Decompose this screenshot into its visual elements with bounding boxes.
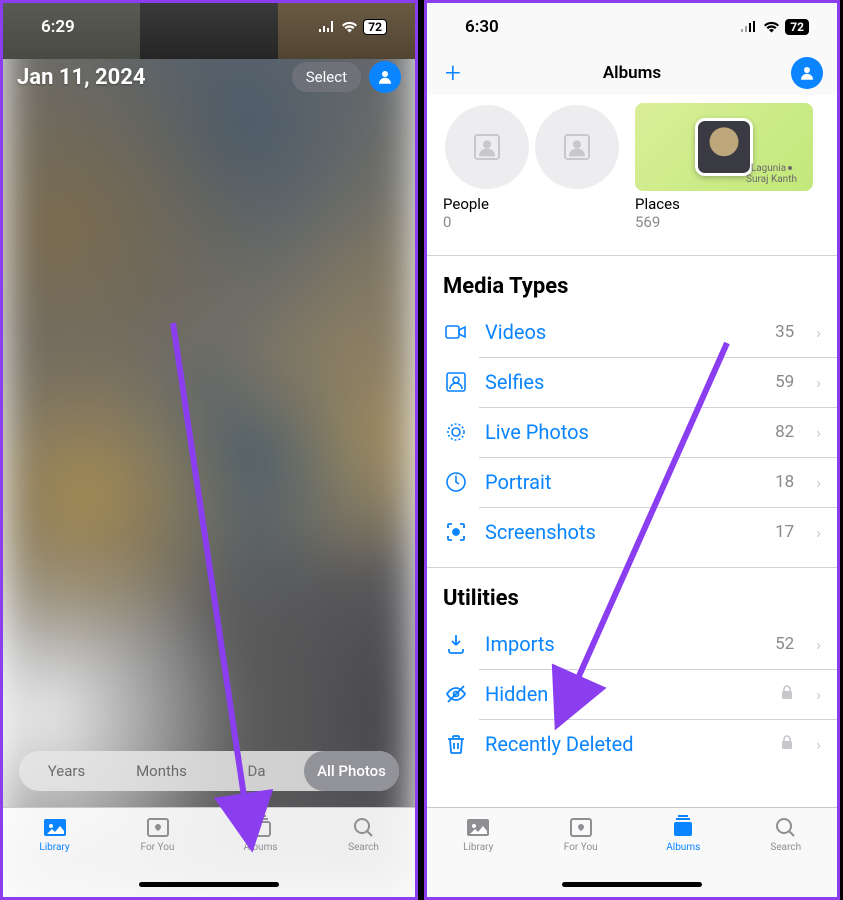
view-months[interactable]: Months	[114, 762, 209, 780]
search-icon	[772, 814, 800, 840]
cellular-icon	[740, 21, 758, 33]
library-icon	[41, 814, 69, 840]
row-selfies[interactable]: Selfies 59 ›	[427, 357, 837, 407]
status-right: 72	[740, 19, 809, 35]
library-icon	[464, 814, 492, 840]
people-label: People	[443, 195, 621, 213]
search-icon	[350, 814, 378, 840]
wifi-icon	[341, 21, 358, 33]
albums-scroll[interactable]: People 0 LaguniaSuraj Kanth Places 569 M…	[427, 95, 837, 807]
nav-bar: + Albums	[427, 51, 837, 95]
screenshot-icon	[443, 519, 469, 545]
people-thumb	[443, 103, 621, 191]
date-title: Jan 11, 2024	[17, 65, 145, 90]
cellular-icon	[318, 21, 336, 33]
row-live-photos[interactable]: Live Photos 82 ›	[427, 407, 837, 457]
tab-bar: Library For You Albums Search	[3, 807, 415, 897]
screenshot-albums: 6:30 72 + Albums People 0	[424, 0, 840, 900]
chevron-right-icon: ›	[816, 423, 821, 442]
row-imports[interactable]: Imports 52 ›	[427, 619, 837, 669]
chevron-right-icon: ›	[816, 323, 821, 342]
row-videos[interactable]: Videos 35 ›	[427, 307, 837, 357]
tab-library[interactable]: Library	[3, 814, 106, 897]
view-all-photos[interactable]: All Photos	[304, 751, 399, 791]
chevron-right-icon: ›	[816, 635, 821, 654]
tab-library[interactable]: Library	[427, 814, 530, 897]
chevron-right-icon: ›	[816, 685, 821, 704]
tab-search[interactable]: Search	[735, 814, 838, 897]
view-mode-switcher[interactable]: Years Months Da All Photos	[19, 751, 399, 791]
status-bar: 6:29 72	[3, 3, 415, 51]
albums-icon	[247, 814, 275, 840]
view-days[interactable]: Da	[209, 762, 304, 780]
selfie-icon	[443, 369, 469, 395]
tab-for-you[interactable]: For You	[106, 814, 209, 897]
person-placeholder-icon	[561, 131, 593, 163]
lock-icon	[780, 684, 794, 704]
chevron-right-icon: ›	[816, 735, 821, 754]
select-button[interactable]: Select	[292, 62, 361, 92]
lock-icon	[780, 734, 794, 754]
places-count: 569	[635, 213, 813, 231]
chevron-right-icon: ›	[816, 523, 821, 542]
chevron-right-icon: ›	[816, 473, 821, 492]
svg-text:f: f	[455, 474, 458, 482]
places-thumb: LaguniaSuraj Kanth	[635, 103, 813, 191]
for-you-icon	[567, 814, 595, 840]
row-recently-deleted[interactable]: Recently Deleted ›	[427, 719, 837, 769]
people-album[interactable]: People 0	[443, 103, 621, 231]
status-bar: 6:30 72	[427, 3, 837, 51]
for-you-icon	[144, 814, 172, 840]
live-photos-icon	[443, 419, 469, 445]
status-time: 6:29	[41, 17, 75, 37]
nav-title: Albums	[603, 63, 661, 83]
add-album-button[interactable]: +	[445, 59, 461, 87]
person-placeholder-icon	[471, 131, 503, 163]
battery-indicator: 72	[363, 19, 387, 35]
tab-for-you[interactable]: For You	[530, 814, 633, 897]
media-types-header: Media Types	[427, 255, 837, 307]
import-icon	[443, 631, 469, 657]
status-time: 6:30	[465, 17, 499, 37]
tab-albums[interactable]: Albums	[632, 814, 735, 897]
video-icon	[443, 319, 469, 345]
trash-icon	[443, 731, 469, 757]
portrait-icon: f	[443, 469, 469, 495]
tab-albums[interactable]: Albums	[209, 814, 312, 897]
tab-search[interactable]: Search	[312, 814, 415, 897]
people-count: 0	[443, 213, 621, 231]
places-label: Places	[635, 195, 813, 213]
screenshot-library: 6:29 72 Jan 11, 2024 Select Years Months…	[0, 0, 418, 900]
people-places-row: People 0 LaguniaSuraj Kanth Places 569	[427, 95, 837, 245]
places-album[interactable]: LaguniaSuraj Kanth Places 569	[635, 103, 813, 231]
wifi-icon	[763, 21, 780, 33]
albums-icon	[669, 814, 697, 840]
library-header: Jan 11, 2024 Select	[3, 51, 415, 103]
tab-bar: Library For You Albums Search	[427, 807, 837, 897]
status-right: 72	[318, 19, 387, 35]
profile-button[interactable]	[791, 57, 823, 89]
battery-indicator: 72	[785, 19, 809, 35]
utilities-header: Utilities	[427, 567, 837, 619]
row-hidden[interactable]: Hidden ›	[427, 669, 837, 719]
row-portrait[interactable]: f Portrait 18 ›	[427, 457, 837, 507]
row-screenshots[interactable]: Screenshots 17 ›	[427, 507, 837, 557]
profile-button[interactable]	[369, 61, 401, 93]
view-years[interactable]: Years	[19, 762, 114, 780]
chevron-right-icon: ›	[816, 373, 821, 392]
hidden-icon	[443, 681, 469, 707]
